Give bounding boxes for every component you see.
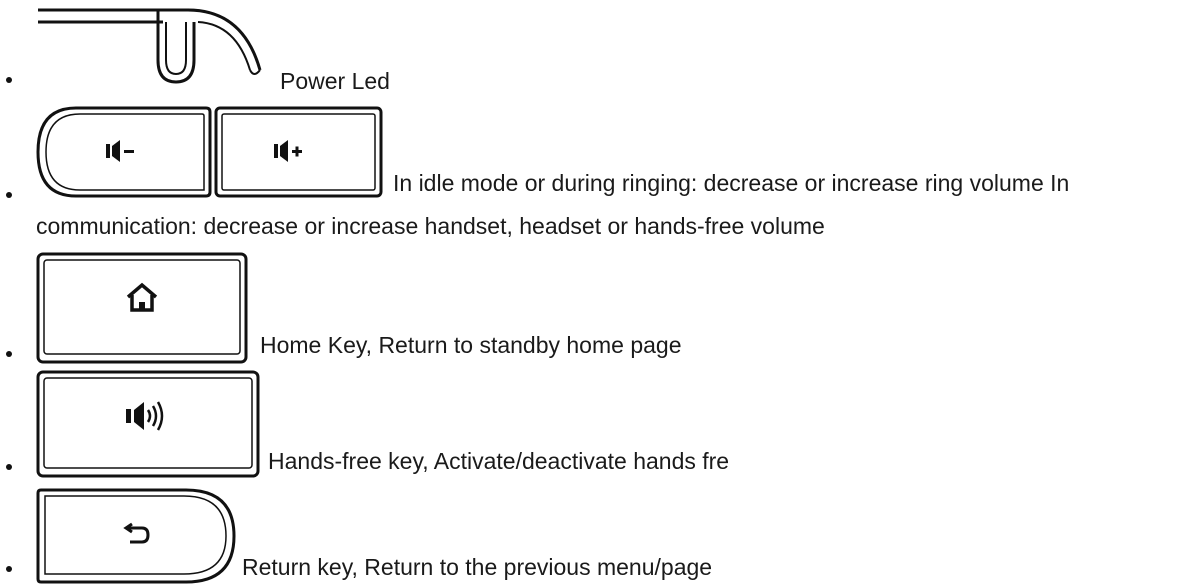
volume-keys-label-cont: communication: decrease or increase hand… [36, 213, 825, 239]
home-key-label: Home Key, Return to standby home page [260, 332, 682, 358]
bullet [6, 351, 12, 357]
bullet [6, 192, 12, 198]
bullet [6, 77, 12, 83]
bullet [6, 464, 12, 470]
power-led-icon [38, 8, 262, 84]
bullet [6, 566, 12, 572]
home-key-icon [36, 252, 248, 364]
return-key-icon [36, 488, 236, 584]
hands-free-key-icon [36, 370, 260, 478]
volume-keys-label: In idle mode or during ringing: decrease… [393, 170, 1070, 196]
hands-free-key-label: Hands-free key, Activate/deactivate hand… [268, 448, 730, 474]
return-key-label: Return key, Return to the previous menu/… [242, 554, 713, 580]
power-led-label: Power Led [280, 68, 390, 94]
volume-keys-icon [36, 106, 383, 198]
